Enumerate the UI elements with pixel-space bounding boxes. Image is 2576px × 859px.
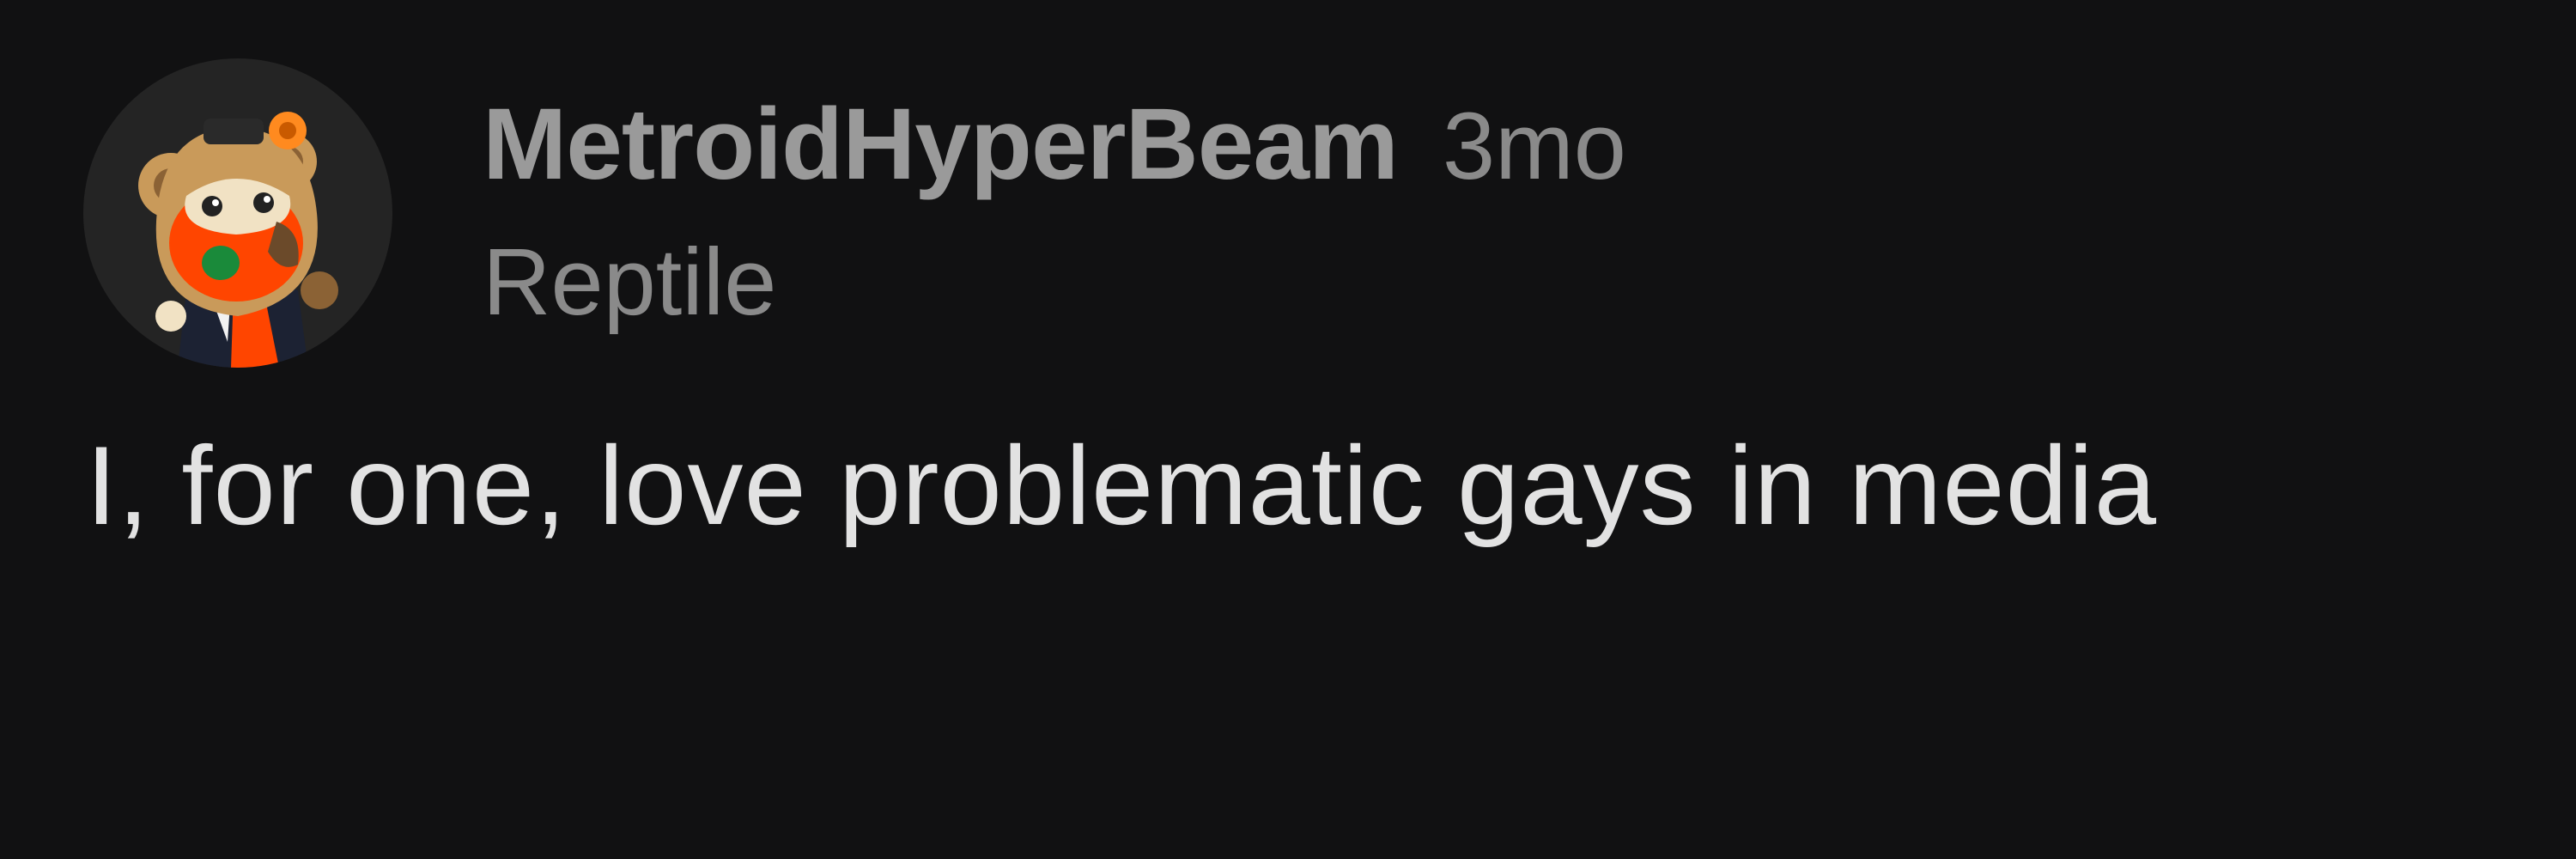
comment: MetroidHyperBeam 3mo Reptile I, for one,…: [0, 0, 2576, 859]
username-link[interactable]: MetroidHyperBeam: [483, 86, 1399, 203]
comment-body: I, for one, love problematic gays in med…: [86, 423, 2158, 548]
comment-timestamp[interactable]: 3mo: [1443, 92, 1626, 201]
user-flair: Reptile: [483, 229, 777, 335]
comment-header: MetroidHyperBeam 3mo: [483, 86, 1626, 201]
snoo-avatar-icon: [138, 112, 338, 368]
user-avatar-icon[interactable]: [83, 58, 392, 368]
